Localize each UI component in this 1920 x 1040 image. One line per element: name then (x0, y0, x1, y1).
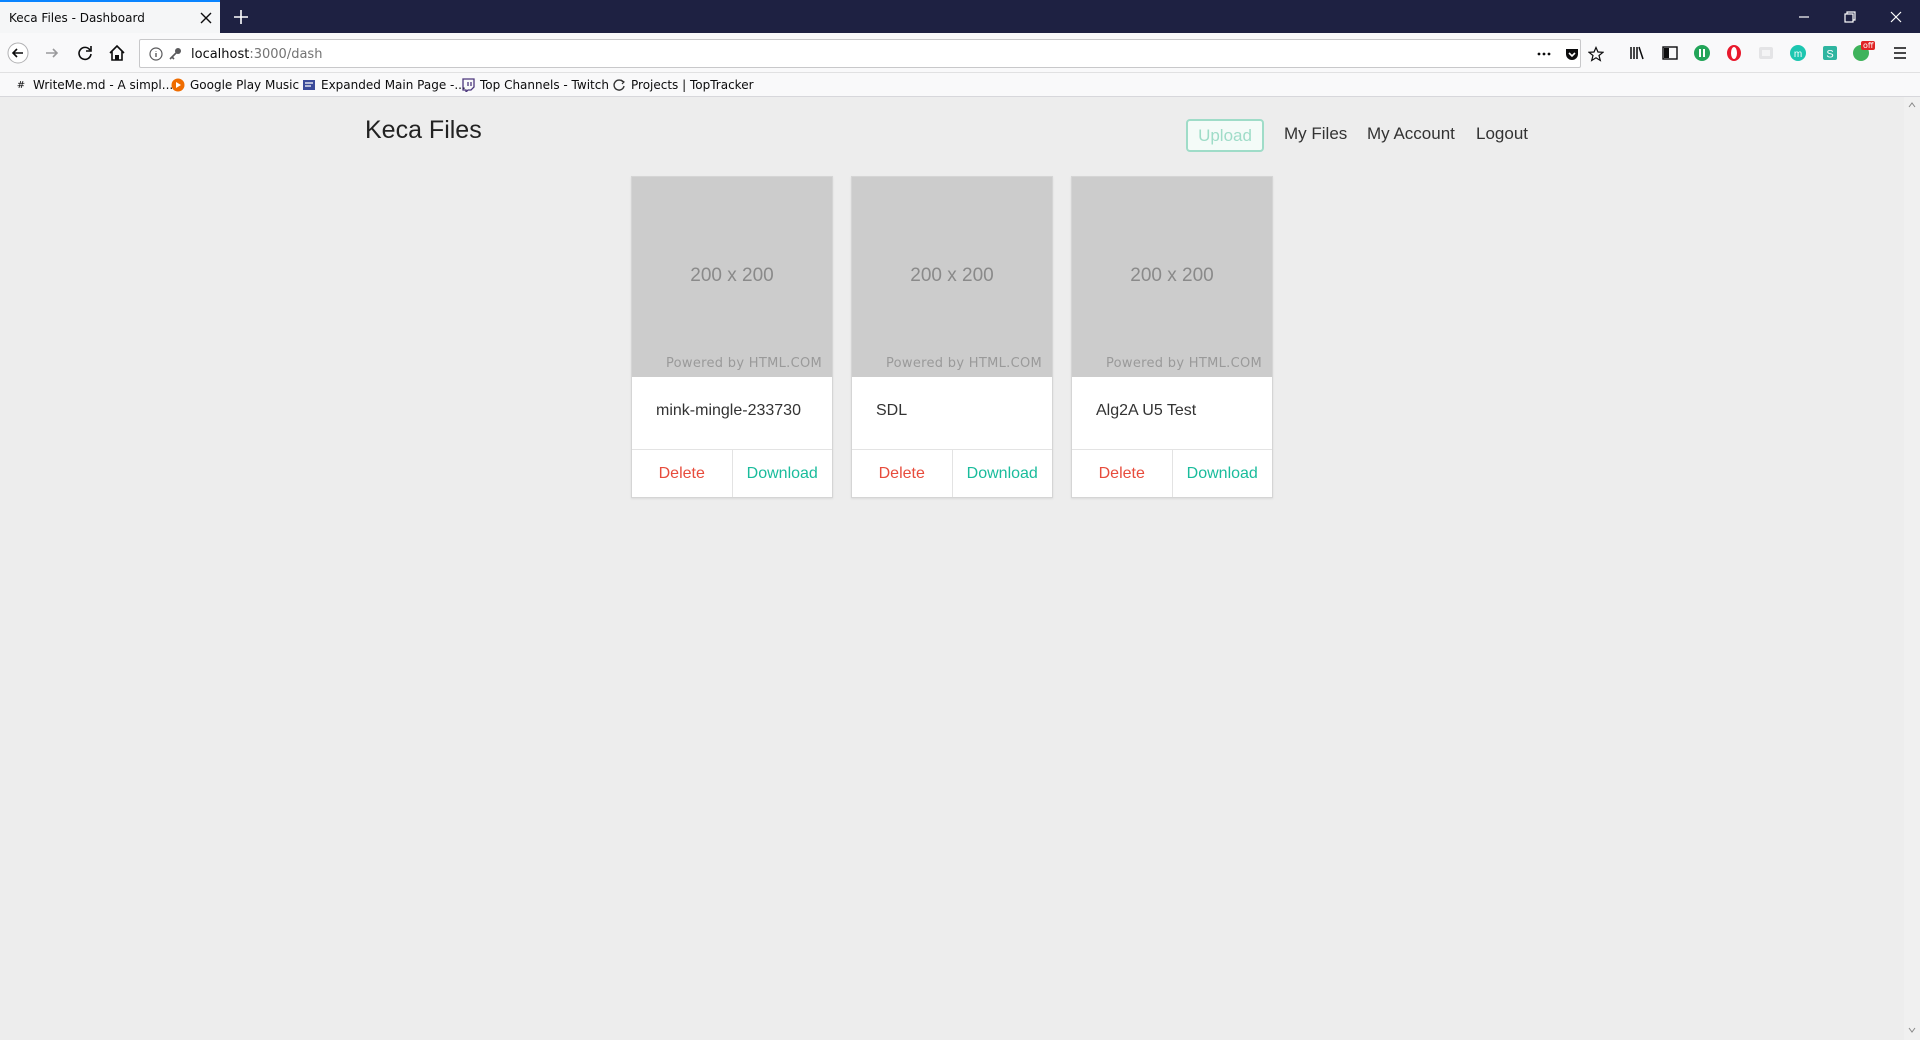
thumbnail-credit: Powered by HTML.COM (665, 356, 822, 371)
upload-button[interactable]: Upload (1186, 119, 1264, 152)
brand-title[interactable]: Keca Files (365, 116, 482, 145)
file-thumbnail: 200 x 200 Powered by HTML.COM (852, 177, 1052, 377)
bookmark-toptracker[interactable]: Projects | TopTracker (612, 77, 754, 93)
back-icon[interactable] (7, 42, 29, 64)
bookmarks-toolbar: # WriteMe.md - A simpl... Google Play Mu… (0, 73, 1920, 97)
minimize-icon[interactable] (1795, 8, 1813, 26)
home-icon[interactable] (106, 42, 128, 64)
scroll-down-icon[interactable] (1908, 1026, 1916, 1034)
browser-navbar: localhost:3000/dash m S off (0, 33, 1920, 73)
download-button[interactable]: Download (953, 450, 1053, 497)
forward-icon[interactable] (41, 42, 63, 64)
delete-button[interactable]: Delete (1072, 450, 1173, 497)
pocket-icon[interactable] (1564, 46, 1580, 62)
vertical-scrollbar[interactable] (1904, 97, 1920, 1040)
file-card: 200 x 200 Powered by HTML.COM Alg2A U5 T… (1071, 176, 1273, 498)
play-music-icon (171, 78, 185, 92)
nav-my-files[interactable]: My Files (1284, 124, 1347, 144)
card-actions: Delete Download (1072, 449, 1272, 497)
download-button[interactable]: Download (1173, 450, 1273, 497)
extension-s-icon[interactable]: S (1821, 44, 1839, 62)
tab-title: Keca Files - Dashboard (9, 11, 145, 25)
close-window-icon[interactable] (1887, 8, 1905, 26)
file-name: Alg2A U5 Test (1096, 402, 1197, 419)
card-actions: Delete Download (852, 449, 1052, 497)
tab-dashboard[interactable]: Keca Files - Dashboard (0, 0, 220, 33)
restore-icon[interactable] (1841, 8, 1859, 26)
hash-icon: # (16, 79, 26, 91)
file-card: 200 x 200 Powered by HTML.COM mink-mingl… (631, 176, 833, 498)
more-actions-icon[interactable] (1536, 46, 1552, 62)
bookmark-label: Expanded Main Page -... (321, 78, 466, 92)
nav-my-account[interactable]: My Account (1367, 124, 1455, 144)
hamburger-menu-icon[interactable] (1891, 44, 1909, 62)
thumbnail-credit: Powered by HTML.COM (1105, 356, 1262, 371)
file-name: SDL (876, 402, 908, 419)
browser-titlebar: Keca Files - Dashboard (0, 0, 1920, 33)
extension-teal-m-icon[interactable]: m (1789, 44, 1807, 62)
key-icon[interactable] (167, 46, 183, 62)
new-tab-icon[interactable] (231, 7, 251, 27)
extension-off-icon[interactable]: off (1852, 41, 1876, 63)
svg-text:m: m (1794, 49, 1802, 60)
bookmark-label: Top Channels - Twitch (480, 78, 609, 92)
extension-green-icon[interactable] (1693, 44, 1711, 62)
sidebar-icon[interactable] (1661, 44, 1679, 62)
extension-off-badge: off (1861, 41, 1876, 50)
wiki-icon (303, 80, 315, 90)
file-card: 200 x 200 Powered by HTML.COM SDL Delete… (851, 176, 1053, 498)
card-actions: Delete Download (632, 449, 832, 497)
thumbnail-size-label: 200 x 200 (1130, 265, 1214, 286)
thumbnail-size-label: 200 x 200 (910, 265, 994, 286)
twitch-icon (462, 78, 475, 92)
file-name: mink-mingle-233730 (656, 402, 801, 419)
toptracker-icon (613, 79, 625, 91)
bookmark-label: Google Play Music (190, 78, 300, 92)
download-button[interactable]: Download (733, 450, 833, 497)
bookmark-star-icon[interactable] (1588, 46, 1604, 62)
thumbnail-size-label: 200 x 200 (690, 265, 774, 286)
info-icon[interactable] (148, 46, 164, 62)
svg-text:S: S (1826, 49, 1833, 61)
bookmark-google-play-music[interactable]: Google Play Music (171, 77, 299, 93)
nav-logout[interactable]: Logout (1476, 124, 1528, 144)
url-text[interactable]: localhost:3000/dash (191, 47, 322, 62)
url-bar[interactable]: localhost:3000/dash (139, 39, 1604, 68)
delete-button[interactable]: Delete (852, 450, 953, 497)
opera-icon[interactable] (1725, 44, 1743, 62)
bookmark-label: WriteMe.md - A simpl... (33, 78, 174, 92)
file-thumbnail: 200 x 200 Powered by HTML.COM (1072, 177, 1272, 377)
url-host: localhost (191, 47, 250, 62)
bookmark-label: Projects | TopTracker (631, 78, 754, 92)
close-tab-icon[interactable] (198, 10, 214, 26)
thumbnail-credit: Powered by HTML.COM (885, 356, 1042, 371)
reload-icon[interactable] (74, 42, 96, 64)
delete-button[interactable]: Delete (632, 450, 733, 497)
page-content: Keca Files Upload My Files My Account Lo… (0, 97, 1904, 1040)
extension-gray-icon[interactable] (1757, 44, 1775, 62)
bookmark-writeme[interactable]: # WriteMe.md - A simpl... (14, 77, 173, 93)
bookmark-twitch[interactable]: Top Channels - Twitch (461, 77, 609, 93)
bookmark-expanded-main-page[interactable]: Expanded Main Page -... (302, 77, 466, 93)
url-path: :3000/dash (249, 47, 323, 62)
library-icon[interactable] (1628, 44, 1646, 62)
scroll-up-icon[interactable] (1908, 101, 1916, 109)
file-thumbnail: 200 x 200 Powered by HTML.COM (632, 177, 832, 377)
